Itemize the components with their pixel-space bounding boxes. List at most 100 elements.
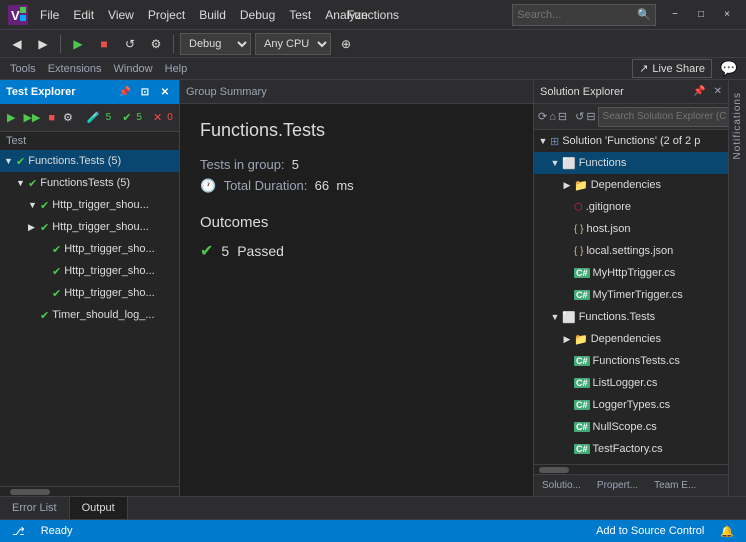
tree-item-0[interactable]: ▼ ✔ Functions.Tests (5) (0, 150, 179, 172)
sol-item-testfactory[interactable]: C# TestFactory.cs (534, 438, 728, 460)
outcomes-title: Outcomes (200, 214, 513, 231)
stop-tests-button[interactable]: ■ (45, 107, 58, 129)
cs-icon-httptrigger: C# (574, 268, 590, 278)
menu-bar: File Edit View Project Build Debug Test … (34, 5, 374, 25)
sol-label-timertrigger: MyTimerTrigger.cs (593, 289, 683, 301)
menu-tools[interactable]: Tools (6, 63, 40, 75)
passed-icon: ✔ (119, 107, 134, 129)
debug-tests-button[interactable]: ⚙ (60, 107, 76, 129)
check-1: ✔ (28, 177, 37, 190)
config-dropdown[interactable]: Debug Release (180, 33, 251, 55)
float-icon[interactable]: ⊡ (137, 84, 153, 100)
minimize-button[interactable]: − (664, 4, 686, 26)
menu-test[interactable]: Test (283, 5, 317, 25)
sol-item-localsettings[interactable]: { } local.settings.json (534, 240, 728, 262)
sol-home-btn[interactable]: ⌂ (549, 107, 556, 127)
tab-output[interactable]: Output (70, 497, 128, 519)
gs-duration: 🕐 Total Duration: 66 ms (200, 178, 513, 194)
sol-item-listlogger[interactable]: C# ListLogger.cs (534, 372, 728, 394)
tree-item-2[interactable]: ▼ ✔ Http_trigger_shou... (0, 194, 179, 216)
solution-search-input[interactable] (598, 107, 740, 127)
status-add-source-control[interactable]: Add to Source Control (592, 525, 708, 537)
search-input[interactable] (517, 9, 637, 21)
menu-edit[interactable]: Edit (67, 5, 100, 25)
tree-item-5[interactable]: ✔ Http_trigger_sho... (0, 260, 179, 282)
menu-extensions[interactable]: Extensions (44, 63, 106, 75)
outcome-passed-count: 5 (221, 243, 229, 259)
toolbar-more[interactable]: ⊕ (335, 33, 357, 55)
maximize-button[interactable]: □ (690, 4, 712, 26)
app-logo: V (8, 5, 28, 25)
sol-item-funcstests-cs[interactable]: C# FunctionsTests.cs (534, 350, 728, 372)
sol-item-solution[interactable]: ▼ ⊞ Solution 'Functions' (2 of 2 p (534, 130, 728, 152)
folder-icon-deps2: 📁 (574, 333, 588, 346)
menu-help[interactable]: Help (161, 63, 192, 75)
run-button[interactable]: ▶ (67, 33, 89, 55)
tree-item-4[interactable]: ✔ Http_trigger_sho... (0, 238, 179, 260)
menu-debug[interactable]: Debug (234, 5, 281, 25)
sol-btab-team[interactable]: Team E... (646, 475, 704, 496)
project-icon-functions: ⬜ (562, 157, 576, 170)
tree-item-1[interactable]: ▼ ✔ FunctionsTests (5) (0, 172, 179, 194)
tree-label-6: Http_trigger_sho... (64, 287, 155, 299)
window-title: Functions (347, 8, 399, 22)
close-button[interactable]: × (716, 4, 738, 26)
run-all-tests-button[interactable]: ▶ (4, 107, 18, 129)
menu-build[interactable]: Build (193, 5, 232, 25)
menu-file[interactable]: File (34, 5, 65, 25)
sol-arrow-deps1: ▶ (560, 180, 574, 191)
flask-icon: 🧪 (84, 107, 104, 129)
toolbar-row-2: Tools Extensions Window Help ↗ Live Shar… (0, 58, 746, 80)
status-bell-icon[interactable]: 🔔 (716, 525, 738, 538)
platform-dropdown[interactable]: Any CPU x86 x64 (255, 33, 331, 55)
pin-icon[interactable]: 📌 (117, 84, 133, 100)
menu-view[interactable]: View (102, 5, 140, 25)
tab-error-list[interactable]: Error List (0, 497, 70, 519)
sol-sync-btn[interactable]: ⟳ (538, 107, 547, 127)
h-scrollbar-test[interactable] (0, 486, 179, 496)
status-left: ⎇ Ready (8, 525, 592, 538)
sol-item-httptrigger[interactable]: C# MyHttpTrigger.cs (534, 262, 728, 284)
tree-item-6[interactable]: ✔ Http_trigger_sho... (0, 282, 179, 304)
tree-item-3[interactable]: ▶ ✔ Http_trigger_shou... (0, 216, 179, 238)
tree-item-7[interactable]: ✔ Timer_should_log_... (0, 304, 179, 326)
sol-pin-icon[interactable]: 📌 (693, 86, 705, 97)
sol-refresh-btn[interactable]: ↺ (575, 107, 584, 127)
sol-item-timertrigger[interactable]: C# MyTimerTrigger.cs (534, 284, 728, 306)
live-share-area: ↗ Live Share 💬 (632, 58, 740, 80)
sol-h-scroll-thumb (539, 467, 569, 473)
sol-item-deps1[interactable]: ▶ 📁 Dependencies (534, 174, 728, 196)
status-source-control-icon[interactable]: ⎇ (8, 525, 29, 538)
sol-btab-properties[interactable]: Propert... (589, 475, 646, 496)
sol-filter-btn[interactable]: ⊟ (558, 107, 567, 127)
check-6: ✔ (52, 287, 61, 300)
sol-item-hostjson[interactable]: { } host.json (534, 218, 728, 240)
sol-close-icon[interactable]: ✕ (714, 86, 722, 97)
test-tree-header: Test (0, 132, 179, 150)
stop-button[interactable]: ■ (93, 33, 115, 55)
close-panel-icon[interactable]: ✕ (157, 84, 173, 100)
search-box[interactable]: 🔍 (512, 4, 656, 26)
sol-item-funcstests[interactable]: ▼ ⬜ Functions.Tests (534, 306, 728, 328)
sol-btab-solution[interactable]: Solutio... (534, 475, 589, 496)
run-selected-button[interactable]: ▶▶ (20, 107, 43, 129)
toolbar-btn-attach[interactable]: ⚙ (145, 33, 167, 55)
menu-project[interactable]: Project (142, 5, 191, 25)
check-7: ✔ (40, 309, 49, 322)
feedback-button[interactable]: 💬 (718, 58, 740, 80)
sol-h-scrollbar[interactable] (534, 464, 728, 474)
sol-item-functions[interactable]: ▼ ⬜ Functions (534, 152, 728, 174)
restart-button[interactable]: ↺ (119, 33, 141, 55)
menu-window[interactable]: Window (110, 63, 157, 75)
sol-item-nullscope[interactable]: C# NullScope.cs (534, 416, 728, 438)
sol-item-deps2[interactable]: ▶ 📁 Dependencies (534, 328, 728, 350)
arrow-3: ▶ (28, 222, 40, 233)
back-button[interactable]: ◀ (6, 33, 28, 55)
search-icon: 🔍 (637, 8, 651, 21)
sol-collapse-btn[interactable]: ⊟ (586, 107, 595, 127)
sol-item-loggertypes[interactable]: C# LoggerTypes.cs (534, 394, 728, 416)
live-share-button[interactable]: ↗ Live Share (632, 59, 712, 78)
sol-item-gitignore[interactable]: ⬡ .gitignore (534, 196, 728, 218)
forward-button[interactable]: ▶ (32, 33, 54, 55)
cs-icon-nullscope: C# (574, 422, 590, 432)
